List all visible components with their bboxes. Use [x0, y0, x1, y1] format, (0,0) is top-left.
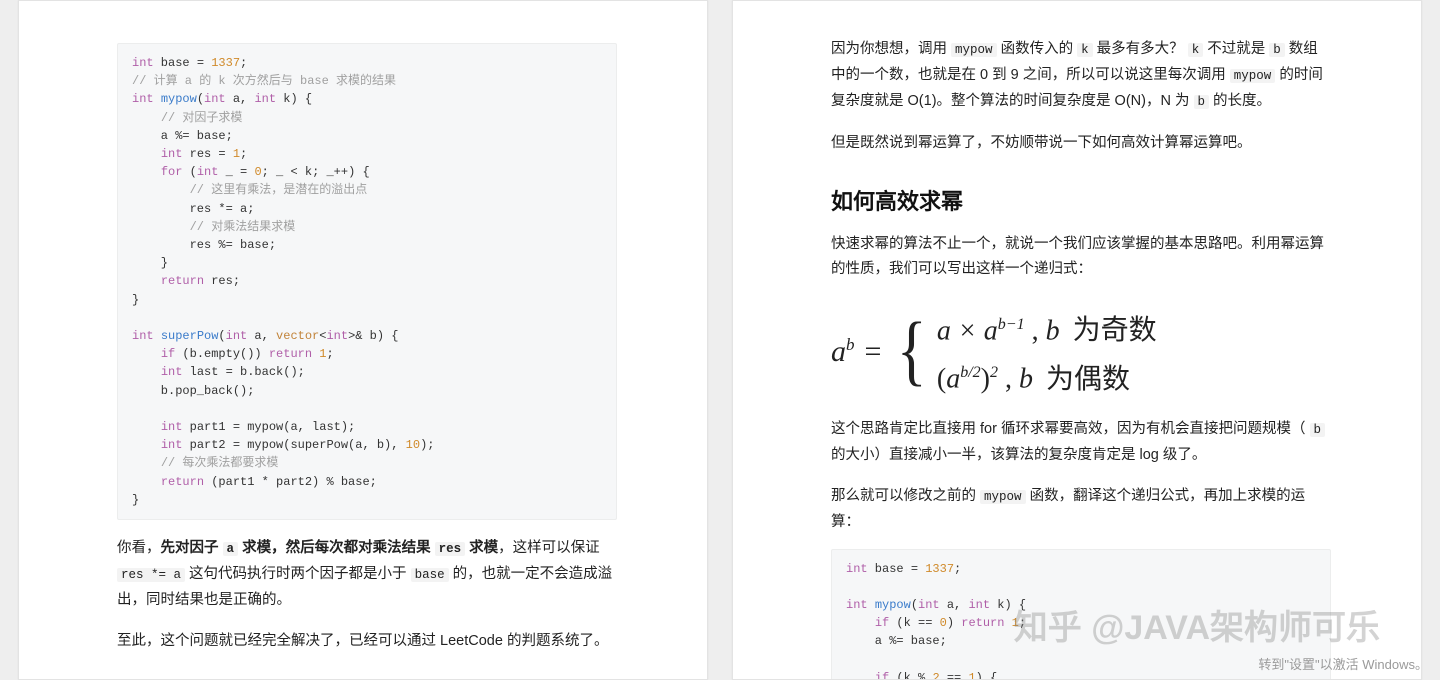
math-brace: { [897, 319, 927, 381]
para-left-2: 至此，这个问题就已经完全解决了，已经可以通过 LeetCode 的判题系统了。 [117, 629, 617, 654]
para-left-1: 你看，先对因子 a 求模，然后每次都对乘法结果 res 求模，这样可以保证 re… [117, 536, 617, 613]
math-case-odd: a × ab−1 , b 为奇数 [937, 304, 1157, 352]
para-right-2: 但是既然说到幂运算了，不妨顺带说一下如何高效计算幂运算吧。 [831, 131, 1331, 156]
page-left: int base = 1337; // 计算 a 的 k 次方然后与 base … [18, 0, 708, 680]
para-right-1: 因为你想想，调用 mypow 函数传入的 k 最多有多大？ k 不过就是 b 数… [831, 37, 1331, 115]
code-block-right: int base = 1337; int mypow(int a, int k)… [831, 549, 1331, 680]
math-lhs-exp: b [846, 335, 855, 354]
math-formula: ab = { a × ab−1 , b 为奇数 (ab/2)2 , b 为偶数 [831, 304, 1331, 401]
math-case-even: (ab/2)2 , b 为偶数 [937, 352, 1157, 400]
page-right: 因为你想想，调用 mypow 函数传入的 k 最多有多大？ k 不过就是 b 数… [732, 0, 1422, 680]
document-viewer: int base = 1337; // 计算 a 的 k 次方然后与 base … [0, 0, 1440, 679]
para-right-5: 那么就可以修改之前的 mypow 函数，翻译这个递归公式，再加上求模的运算： [831, 484, 1331, 535]
para-right-3: 快速求幂的算法不止一个，就说一个我们应该掌握的基本思路吧。利用幂运算的性质，我们… [831, 232, 1331, 282]
math-equals: = [865, 335, 882, 369]
code-block-left: int base = 1337; // 计算 a 的 k 次方然后与 base … [117, 43, 617, 520]
math-lhs-base: a [831, 335, 846, 368]
section-heading: 如何高效求幂 [831, 184, 1331, 216]
para-right-4: 这个思路肯定比直接用 for 循环求幂要高效，因为有机会直接把问题规模（ b 的… [831, 417, 1331, 468]
